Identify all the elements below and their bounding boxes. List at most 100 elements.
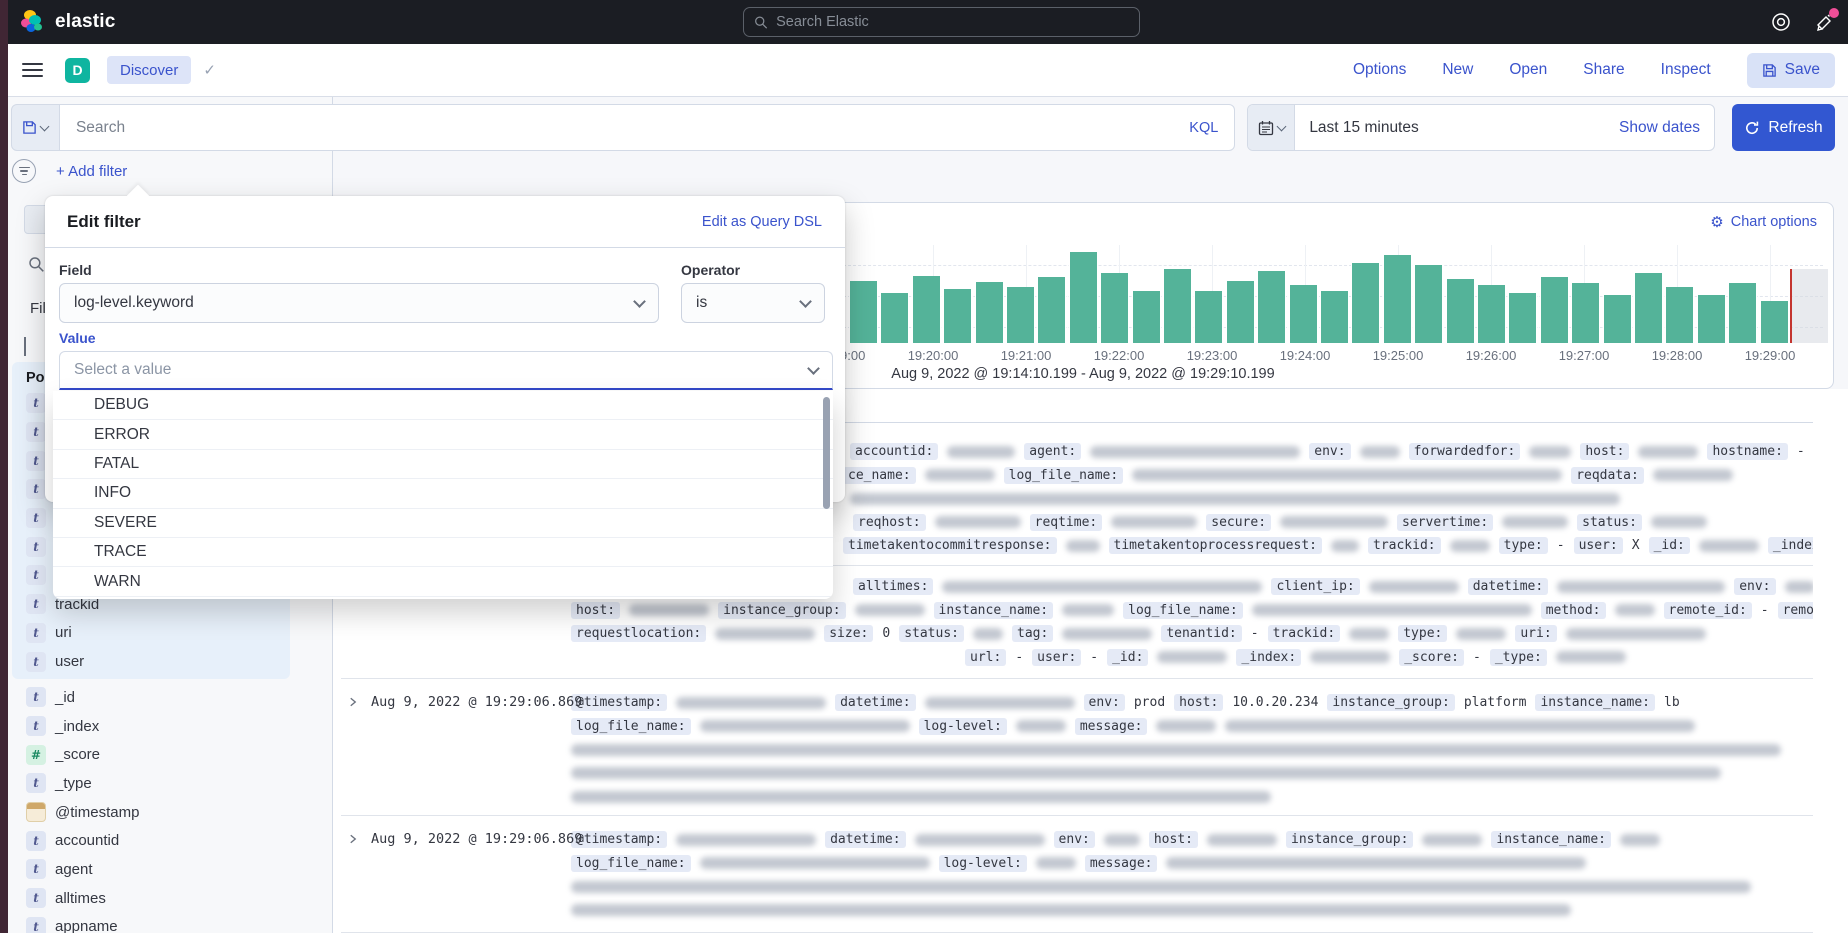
field-name-chip[interactable]: user:: [1574, 537, 1623, 554]
value-combobox-input[interactable]: [74, 361, 809, 379]
nav-action-open[interactable]: Open: [1509, 61, 1547, 79]
field-name-chip[interactable]: instance_name:: [1491, 831, 1611, 848]
field-name-chip[interactable]: instance_name:: [934, 602, 1054, 619]
histogram-bar[interactable]: [1289, 285, 1318, 343]
elastic-brand[interactable]: elastic: [20, 9, 116, 35]
field-name-chip[interactable]: log_file_name:: [571, 855, 691, 872]
field-name-chip[interactable]: instance_group:: [718, 602, 845, 619]
operator-combobox[interactable]: is: [681, 283, 825, 323]
field-name-chip[interactable]: type:: [1499, 537, 1548, 554]
field-name-chip[interactable]: host:: [571, 602, 620, 619]
histogram-bar[interactable]: [943, 289, 972, 343]
field-name-chip[interactable]: env:: [1084, 694, 1125, 711]
field-name-chip[interactable]: trackid:: [1368, 537, 1441, 554]
show-dates-button[interactable]: Show dates: [1619, 119, 1714, 137]
field-name-chip[interactable]: _score:: [1399, 649, 1464, 666]
histogram-bar[interactable]: [1383, 255, 1412, 343]
help-ring-icon[interactable]: [1770, 11, 1792, 33]
field-name-chip[interactable]: ce_name:: [843, 467, 916, 484]
histogram-bar[interactable]: [1603, 295, 1632, 343]
field-name-chip[interactable]: instance_group:: [1286, 831, 1413, 848]
field-name-chip[interactable]: forwardedfor:: [1409, 443, 1521, 460]
histogram-bar[interactable]: [1100, 273, 1129, 343]
sidebar-field-agent[interactable]: tagent: [8, 855, 328, 884]
histogram-bar[interactable]: [1477, 285, 1506, 343]
value-option-error[interactable]: ERROR: [53, 420, 833, 449]
saved-query-menu-button[interactable]: [11, 104, 60, 151]
field-name-chip[interactable]: remote_user:: [1778, 602, 1813, 619]
field-name-chip[interactable]: @timestamp:: [571, 694, 667, 711]
breadcrumb-discover[interactable]: Discover: [107, 56, 191, 84]
histogram-bar[interactable]: [849, 281, 878, 343]
field-name-chip[interactable]: _index:: [1236, 649, 1301, 666]
histogram-bar[interactable]: [1351, 263, 1380, 343]
field-name-chip[interactable]: datetime:: [835, 694, 915, 711]
field-name-chip[interactable]: reqhost:: [853, 514, 926, 531]
expand-row-icon[interactable]: [347, 695, 359, 712]
value-option-info[interactable]: INFO: [53, 479, 833, 508]
histogram-bar[interactable]: [1320, 291, 1349, 343]
histogram-bar[interactable]: [1037, 277, 1066, 343]
field-name-chip[interactable]: remote_id:: [1664, 602, 1752, 619]
field-name-chip[interactable]: log_file_name:: [1123, 602, 1243, 619]
histogram-bar[interactable]: [1540, 277, 1569, 343]
field-name-chip[interactable]: datetime:: [1468, 578, 1548, 595]
dropdown-scrollbar[interactable]: [823, 397, 830, 509]
histogram-bar[interactable]: [1446, 279, 1475, 343]
field-name-chip[interactable]: status:: [899, 625, 964, 642]
histogram-bar[interactable]: [1665, 287, 1694, 343]
field-name-chip[interactable]: hostname:: [1707, 443, 1787, 460]
field-name-chip[interactable]: secure:: [1206, 514, 1271, 531]
sidebar-field-_id[interactable]: t_id: [8, 683, 328, 712]
field-name-chip[interactable]: status:: [1577, 514, 1642, 531]
field-name-chip[interactable]: size:: [824, 625, 873, 642]
nav-action-options[interactable]: Options: [1353, 61, 1406, 79]
refresh-button[interactable]: Refresh: [1732, 104, 1835, 151]
field-name-chip[interactable]: log_file_name:: [1004, 467, 1124, 484]
field-name-chip[interactable]: url:: [965, 649, 1006, 666]
histogram-bar[interactable]: [1634, 273, 1663, 343]
histogram-bar[interactable]: [1508, 293, 1537, 343]
nav-action-new[interactable]: New: [1442, 61, 1473, 79]
histogram-bar[interactable]: [1697, 295, 1726, 343]
global-search[interactable]: [743, 7, 1140, 37]
field-name-chip[interactable]: user:: [1032, 649, 1081, 666]
field-name-chip[interactable]: tenantid:: [1161, 625, 1241, 642]
histogram-bar[interactable]: [1194, 291, 1223, 343]
global-search-input[interactable]: [776, 14, 1129, 30]
value-option-trace[interactable]: TRACE: [53, 538, 833, 567]
field-name-chip[interactable]: message:: [1085, 855, 1158, 872]
field-name-chip[interactable]: method:: [1541, 602, 1606, 619]
field-name-chip[interactable]: host:: [1174, 694, 1223, 711]
value-combobox[interactable]: [59, 351, 833, 390]
field-name-chip[interactable]: _index:: [1768, 537, 1813, 554]
space-avatar[interactable]: D: [65, 58, 90, 83]
field-name-chip[interactable]: host:: [1149, 831, 1198, 848]
sidebar-field-_index[interactable]: t_index: [8, 712, 328, 741]
edit-as-query-dsl-link[interactable]: Edit as Query DSL: [702, 214, 822, 230]
sidebar-field-_type[interactable]: t_type: [8, 769, 328, 798]
field-name-chip[interactable]: host:: [1580, 443, 1629, 460]
field-name-chip[interactable]: datetime:: [825, 831, 905, 848]
expand-row-icon[interactable]: [347, 832, 359, 849]
histogram-bar[interactable]: [1163, 269, 1192, 343]
sidebar-field-_score[interactable]: #_score: [8, 740, 328, 769]
histogram-chart[interactable]: [708, 203, 1833, 343]
query-language-button[interactable]: KQL: [1189, 120, 1218, 136]
value-option-warn[interactable]: WARN: [53, 567, 833, 596]
save-button[interactable]: Save: [1747, 53, 1835, 88]
sidebar-field-@timestamp[interactable]: @timestamp: [8, 798, 328, 827]
sidebar-popular-user[interactable]: tuser: [8, 647, 328, 676]
field-name-chip[interactable]: log_file_name:: [571, 718, 691, 735]
filter-set-icon[interactable]: [12, 159, 36, 183]
field-name-chip[interactable]: accountid:: [850, 443, 938, 460]
sidebar-field-accountid[interactable]: taccountid: [8, 826, 328, 855]
field-name-chip[interactable]: reqdata:: [1571, 467, 1644, 484]
newsfeed-icon[interactable]: [1814, 11, 1836, 33]
field-name-chip[interactable]: trackid:: [1268, 625, 1341, 642]
histogram-bar[interactable]: [1414, 265, 1443, 343]
value-option-debug[interactable]: DEBUG: [53, 391, 833, 420]
value-option-fatal[interactable]: FATAL: [53, 450, 833, 479]
add-filter-button[interactable]: + Add filter: [56, 163, 127, 180]
field-name-chip[interactable]: env:: [1734, 578, 1775, 595]
